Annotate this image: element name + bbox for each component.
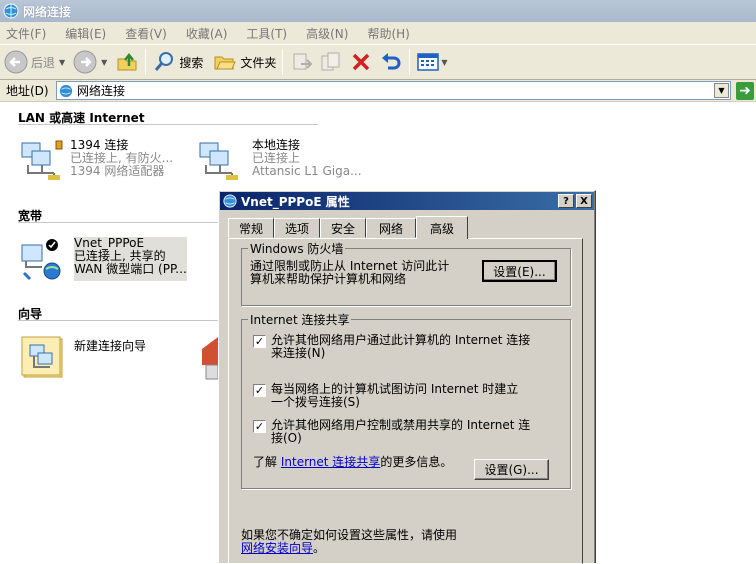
ics-settings-button[interactable]: 设置(G)... (474, 459, 549, 480)
dialog-titlebar: Vnet_PPPoE 属性 ? X (220, 192, 594, 210)
up-folder-icon (117, 52, 137, 71)
allow-control-label-line2: 接(O) (271, 431, 302, 445)
delete-button[interactable] (349, 47, 373, 77)
chevron-down-icon[interactable]: ▼ (441, 58, 447, 67)
back-label: 后退 (31, 55, 56, 70)
back-button[interactable]: 后退 ▼ (4, 47, 65, 77)
tab-general[interactable]: 常规 (228, 218, 274, 238)
search-icon (155, 52, 174, 71)
chevron-down-icon[interactable]: ▼ (101, 58, 107, 67)
menu-file[interactable]: 文件(F) (6, 25, 46, 42)
copy-to-button[interactable] (319, 47, 343, 77)
learn-more-text: 了解 Internet 连接共享的更多信息。 (253, 456, 452, 469)
dial-on-demand-label-line2: 一个拨号连接(S) (271, 395, 360, 409)
ics-legend: Internet 连接共享 (250, 313, 350, 327)
learn-more-prefix: 了解 (253, 455, 278, 469)
search-label: 搜索 (179, 55, 204, 70)
allow-control-label: 允许其他网络用户控制或禁用共享的 Internet 连 接(O) (271, 419, 530, 445)
forward-button[interactable]: ▼ (73, 47, 107, 77)
tab-options[interactable]: 选项 (274, 218, 320, 238)
undo-icon (382, 53, 401, 70)
copy-to-icon (321, 52, 340, 71)
menu-favorites[interactable]: 收藏(A) (186, 25, 228, 42)
toolbar-separator (282, 49, 284, 75)
menu-help[interactable]: 帮助(H) (367, 25, 409, 42)
network-globe-icon (3, 3, 19, 19)
menu-tools[interactable]: 工具(T) (246, 25, 287, 42)
allow-sharing-checkbox[interactable]: ✓ (253, 335, 266, 348)
delete-x-icon (353, 53, 370, 71)
connection-device: Attansic L1 Giga... (252, 164, 362, 178)
forward-arrow-icon (73, 50, 97, 74)
firewall-settings-button[interactable]: 设置(E)... (482, 260, 557, 282)
address-input[interactable]: 网络连接 ▼ (56, 81, 731, 100)
tab-security[interactable]: 安全 (320, 218, 366, 238)
folders-icon (214, 56, 237, 70)
properties-dialog: Vnet_PPPoE 属性 ? X 常规 选项 安全 网络 高级 Windows… (218, 190, 596, 564)
footer-link-line: 网络安装向导。 (241, 542, 325, 555)
learn-more-suffix: 的更多信息。 (380, 455, 453, 469)
allow-sharing-label-line2: 来连接(N) (271, 346, 326, 360)
dial-on-demand-checkbox[interactable]: ✓ (253, 384, 266, 397)
group-divider (18, 124, 318, 125)
menu-bar: 文件(F) 编辑(E) 查看(V) 收藏(A) 工具(T) 高级(N) 帮助(H… (0, 22, 756, 44)
network-connection-icon (21, 140, 63, 180)
views-grid-icon (417, 53, 440, 71)
window-title: 网络连接 (23, 4, 72, 19)
address-value: 网络连接 (77, 84, 126, 98)
allow-sharing-label: 允许其他网络用户通过此计算机的 Internet 连接 来连接(N) (271, 334, 530, 360)
help-button[interactable]: ? (558, 194, 574, 208)
new-connection-wizard[interactable]: 新建连接向导 (20, 335, 146, 379)
views-button[interactable]: ▼ (416, 47, 448, 77)
close-button[interactable]: X (576, 194, 592, 208)
network-globe-icon (59, 84, 73, 97)
move-to-icon (293, 53, 313, 70)
back-arrow-icon (4, 50, 28, 74)
connection-1394[interactable]: 1394 连接 已连接上, 有防火... 1394 网络适配器 (20, 139, 173, 183)
move-to-button[interactable] (289, 47, 313, 77)
tab-panel-advanced: Windows 防火墙 通过限制或防止从 Internet 访问此计 算机来帮助… (228, 238, 583, 564)
tab-advanced[interactable]: 高级 (416, 216, 468, 239)
up-folder-button[interactable] (115, 47, 139, 77)
network-connection-icon (199, 142, 238, 180)
address-bar: 地址(D) 网络连接 ▼ ➜ (0, 80, 756, 102)
ics-help-link[interactable]: Internet 连接共享 (281, 455, 380, 469)
go-arrow-icon[interactable]: ➜ (736, 82, 754, 100)
network-setup-wizard-link[interactable]: 网络安装向导 (241, 541, 313, 555)
dial-on-demand-label: 每当网络上的计算机试图访问 Internet 时建立 一个拨号连接(S) (271, 383, 518, 409)
connection-device: WAN 微型端口 (PP... (74, 262, 187, 276)
menu-edit[interactable]: 编辑(E) (65, 25, 106, 42)
toolbar-separator (409, 49, 411, 75)
connection-pppoe[interactable]: Vnet_PPPoE 已连接上, 共享的 WAN 微型端口 (PP... (20, 237, 187, 281)
tab-networking[interactable]: 网络 (366, 218, 416, 238)
dialog-title: Vnet_PPPoE 属性 (241, 194, 350, 209)
menu-advanced[interactable]: 高级(N) (306, 25, 348, 42)
search-button[interactable]: 搜索 (152, 47, 203, 77)
network-setup-wizard-icon[interactable] (198, 335, 218, 381)
undo-button[interactable] (379, 47, 403, 77)
window-titlebar: 网络连接 (0, 0, 756, 22)
firewall-description-line2: 算机来帮助保护计算机和网络 (250, 272, 407, 286)
toolbar: 后退 ▼ ▼ 搜索 文件夹 ▼ (0, 44, 756, 80)
connection-device: 1394 网络适配器 (70, 164, 165, 178)
network-globe-icon (223, 194, 237, 208)
group-divider (18, 320, 218, 321)
wizard-icon (21, 336, 63, 378)
chevron-down-icon[interactable]: ▼ (59, 58, 65, 67)
folders-label: 文件夹 (240, 55, 277, 70)
menu-view[interactable]: 查看(V) (125, 25, 167, 42)
allow-control-label-line1: 允许其他网络用户控制或禁用共享的 Internet 连 (271, 418, 531, 432)
firewall-legend: Windows 防火墙 (250, 242, 344, 256)
folders-button[interactable]: 文件夹 (213, 47, 276, 77)
chevron-down-icon[interactable]: ▼ (714, 83, 729, 98)
allow-control-checkbox[interactable]: ✓ (253, 420, 266, 433)
footer-suffix: 。 (313, 541, 326, 555)
group-divider (18, 222, 218, 223)
wizard-name: 新建连接向导 (74, 339, 147, 353)
toolbar-separator (145, 49, 147, 75)
address-label: 地址(D) (6, 84, 49, 98)
broadband-connection-icon (21, 239, 61, 281)
connection-local[interactable]: 本地连接 已连接上 Attansic L1 Giga... (198, 139, 362, 183)
